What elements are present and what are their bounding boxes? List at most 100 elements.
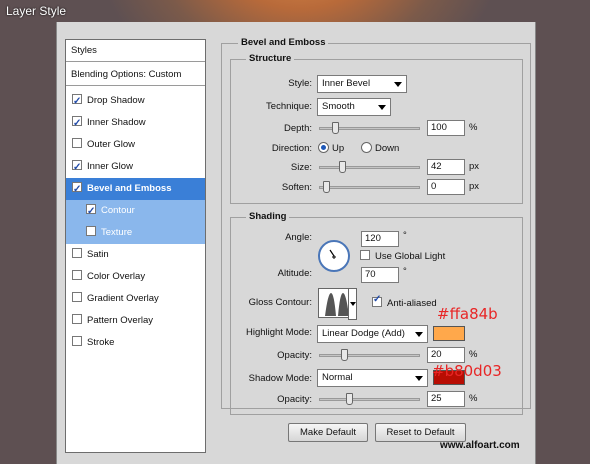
styles-header[interactable]: Styles — [66, 40, 205, 62]
size-slider-thumb[interactable] — [338, 161, 346, 173]
checkbox-checked-icon[interactable] — [72, 113, 82, 135]
shadow-hex-annotation: #b80d03 — [432, 362, 502, 380]
shadow-mode-select[interactable]: Normal — [317, 369, 428, 387]
checkbox-empty-icon[interactable] — [72, 248, 82, 258]
direction-up-label: Up — [332, 143, 345, 154]
size-unit: px — [469, 161, 480, 172]
technique-value: Smooth — [322, 101, 355, 112]
global-light-checkbox[interactable]: Use Global Light — [360, 250, 445, 262]
opacity1-label: Opacity: — [277, 350, 312, 361]
gloss-contour-label: Gloss Contour: — [248, 297, 312, 308]
checkbox-checked-icon[interactable] — [72, 157, 82, 179]
opacity2-label: Opacity: — [277, 394, 312, 405]
shading-title: Shading — [246, 211, 290, 222]
depth-input[interactable]: 100 — [427, 120, 465, 136]
soften-input[interactable]: 0 — [427, 179, 465, 195]
depth-slider-thumb[interactable] — [332, 122, 340, 134]
highlight-mode-value: Linear Dodge (Add) — [322, 328, 405, 339]
highlight-hex-annotation: #ffa84b — [437, 305, 498, 323]
style-item-label: Inner Glow — [87, 161, 133, 172]
checkbox-checked-icon — [372, 294, 382, 307]
style-value: Inner Bevel — [322, 78, 371, 89]
size-label: Size: — [290, 162, 312, 173]
style-item-color-overlay[interactable]: Color Overlay — [66, 266, 205, 288]
altitude-unit: ° — [403, 266, 407, 277]
style-item-inner-shadow[interactable]: Inner Shadow — [66, 112, 205, 135]
chevron-down-icon — [415, 376, 423, 381]
style-item-outer-glow[interactable]: Outer Glow — [66, 134, 205, 156]
style-item-label: Contour — [101, 205, 135, 216]
angle-dial[interactable] — [318, 240, 350, 272]
highlight-opacity-thumb[interactable] — [341, 349, 349, 361]
chevron-down-icon — [415, 332, 423, 337]
depth-unit: % — [469, 122, 478, 133]
style-item-stroke[interactable]: Stroke — [66, 332, 205, 354]
checkbox-checked-icon[interactable] — [72, 179, 82, 201]
highlight-opacity-input[interactable]: 20 — [427, 347, 465, 363]
angle-crosshair-icon — [329, 249, 336, 259]
styles-list: Styles Blending Options: Custom Drop Sha… — [65, 39, 206, 453]
checkbox-checked-icon[interactable] — [86, 201, 96, 223]
angle-input[interactable]: 120 — [361, 231, 399, 247]
structure-title: Structure — [246, 53, 295, 64]
style-item-label: Outer Glow — [87, 139, 136, 150]
style-item-label: Gradient Overlay — [87, 293, 159, 304]
style-item-inner-glow[interactable]: Inner Glow — [66, 156, 205, 179]
highlight-mode-select[interactable]: Linear Dodge (Add) — [317, 325, 428, 343]
blending-options[interactable]: Blending Options: Custom — [66, 64, 205, 86]
checkbox-empty-icon[interactable] — [72, 138, 82, 148]
checkbox-empty-icon[interactable] — [72, 270, 82, 280]
style-item-drop-shadow[interactable]: Drop Shadow — [66, 90, 205, 113]
shadow-opacity-slider[interactable] — [319, 393, 420, 405]
size-input[interactable]: 42 — [427, 159, 465, 175]
technique-label: Technique: — [266, 101, 312, 112]
highlight-mode-label: Highlight Mode: — [245, 327, 312, 338]
radio-empty-icon — [361, 142, 372, 153]
shadow-opacity-input[interactable]: 25 — [427, 391, 465, 407]
soften-label: Soften: — [281, 182, 312, 193]
style-item-pattern-overlay[interactable]: Pattern Overlay — [66, 310, 205, 332]
checkbox-checked-icon[interactable] — [72, 91, 82, 113]
checkbox-empty-icon[interactable] — [86, 226, 96, 236]
style-item-label: Satin — [87, 249, 109, 260]
direction-down-label: Down — [375, 143, 400, 154]
checkbox-empty-icon[interactable] — [72, 292, 82, 302]
global-light-label: Use Global Light — [375, 251, 446, 262]
checkbox-empty-icon[interactable] — [72, 336, 82, 346]
chevron-down-icon — [378, 105, 386, 110]
anti-aliased-label: Anti-aliased — [387, 298, 437, 309]
style-item-bevel-and-emboss[interactable]: Bevel and Emboss — [66, 178, 205, 201]
altitude-input[interactable]: 70 — [361, 267, 399, 283]
opacity1-unit: % — [469, 349, 478, 360]
highlight-opacity-slider[interactable] — [319, 349, 420, 361]
style-item-satin[interactable]: Satin — [66, 244, 205, 266]
chevron-down-icon — [394, 82, 402, 87]
angle-unit: ° — [403, 230, 407, 241]
style-select[interactable]: Inner Bevel — [317, 75, 407, 93]
anti-aliased-checkbox[interactable]: Anti-aliased — [372, 294, 437, 309]
style-item-label: Texture — [101, 227, 133, 238]
chevron-down-icon — [350, 302, 356, 306]
title-bar: Layer Style — [0, 0, 590, 22]
make-default-button[interactable]: Make Default — [288, 423, 368, 442]
depth-slider[interactable] — [319, 122, 420, 134]
soften-slider-thumb[interactable] — [323, 181, 330, 193]
checkbox-empty-icon[interactable] — [72, 314, 82, 324]
gloss-contour-dropdown[interactable] — [348, 288, 357, 320]
style-item-texture[interactable]: Texture — [66, 222, 205, 244]
direction-up-radio[interactable]: Up — [318, 142, 344, 154]
size-slider[interactable] — [319, 161, 420, 173]
style-item-contour[interactable]: Contour — [66, 200, 205, 223]
soften-slider[interactable] — [319, 181, 420, 193]
section-title: Bevel and Emboss — [238, 37, 329, 48]
highlight-color-swatch[interactable] — [433, 326, 465, 341]
window-title: Layer Style — [6, 4, 67, 18]
direction-down-radio[interactable]: Down — [361, 142, 399, 154]
shadow-mode-value: Normal — [322, 372, 353, 383]
angle-label: Angle: — [285, 232, 312, 243]
shadow-opacity-thumb[interactable] — [346, 393, 353, 405]
style-item-gradient-overlay[interactable]: Gradient Overlay — [66, 288, 205, 310]
checkbox-empty-icon — [360, 250, 370, 260]
shadow-mode-label: Shadow Mode: — [248, 373, 312, 384]
technique-select[interactable]: Smooth — [317, 98, 391, 116]
